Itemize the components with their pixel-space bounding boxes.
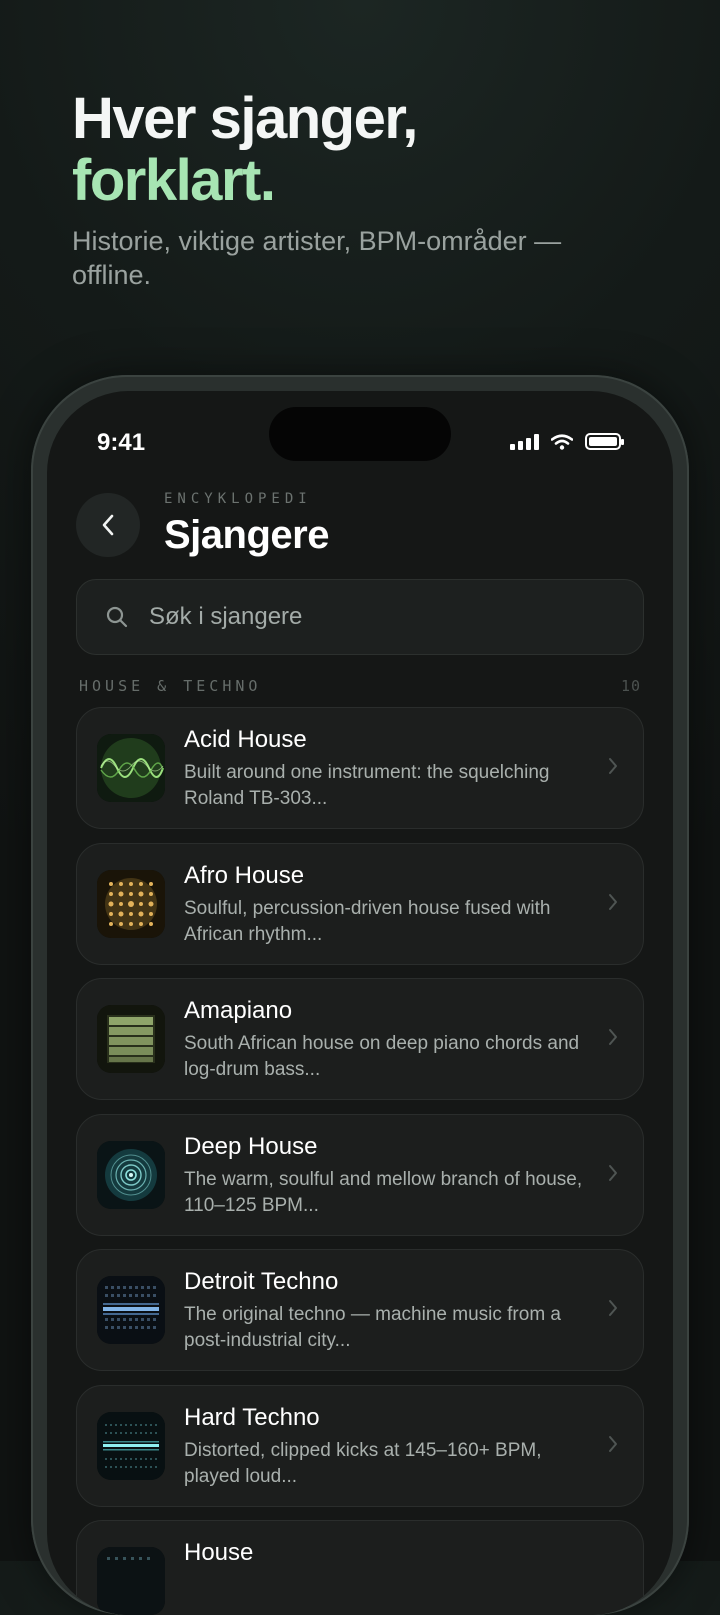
genre-description: The warm, soulful and mellow branch of h… xyxy=(184,1168,583,1216)
promo-title-line2: forklart. xyxy=(72,148,276,213)
genre-title: Detroit Techno xyxy=(184,1268,339,1295)
genre-description: South African house on deep piano chords… xyxy=(184,1033,580,1080)
promo-title: Hver sjanger, forklart. xyxy=(72,88,672,212)
battery-icon xyxy=(585,433,624,450)
genre-description: Soulful, percussion-driven house fused w… xyxy=(184,897,551,945)
header: ENCYKLOPEDI Sjangere xyxy=(76,491,644,571)
page-title: Sjangere xyxy=(164,513,329,557)
wifi-icon xyxy=(551,433,573,450)
chevron-right-icon xyxy=(609,1300,617,1316)
genre-title: Afro House xyxy=(184,861,305,889)
genre-title: House xyxy=(184,1539,254,1566)
genre-item-deep-house[interactable]: Deep House The warm, soulful and mellow … xyxy=(76,1113,644,1236)
promo: Hver sjanger, forklart. Historie, viktig… xyxy=(72,88,672,292)
promo-subtitle: Historie, viktige artister, BPM-områder … xyxy=(72,226,562,290)
genre-item-hard-techno[interactable]: Hard Techno Distorted, clipped kicks at … xyxy=(76,1384,644,1507)
chevron-right-icon xyxy=(609,893,617,910)
search-placeholder: Søk i sjangere xyxy=(149,603,303,630)
acid-wave-thumbnail xyxy=(97,734,165,802)
genre-item-acid-house[interactable]: Acid House Built around one instrument: … xyxy=(76,707,644,829)
house-grid-thumbnail xyxy=(97,1547,165,1615)
genre-title: Hard Techno xyxy=(184,1403,320,1431)
genre-item-afro-house[interactable]: Afro House Soulful, percussion-driven ho… xyxy=(76,842,644,965)
genre-item-house[interactable]: House xyxy=(76,1520,644,1615)
phone-screen: 9:41 ENCYKLOPEDI Sjangere Søk i sjangere… xyxy=(47,391,673,1615)
chevron-left-icon xyxy=(102,514,114,536)
status-bar: 9:41 xyxy=(47,391,673,491)
amapiano-bars-thumbnail xyxy=(97,1005,165,1073)
genre-item-amapiano[interactable]: Amapiano South African house on deep pia… xyxy=(76,978,644,1100)
chevron-right-icon xyxy=(609,1435,617,1452)
deep-rings-thumbnail xyxy=(97,1140,165,1209)
dynamic-island xyxy=(269,407,451,461)
genre-description: Built around one instrument: the squelch… xyxy=(184,762,550,809)
chevron-right-icon xyxy=(609,1029,617,1045)
signal-icon xyxy=(510,433,539,450)
header-overline: ENCYKLOPEDI xyxy=(164,491,312,507)
genre-title: Amapiano xyxy=(184,997,293,1024)
phone-frame: 9:41 ENCYKLOPEDI Sjangere Søk i sjangere… xyxy=(31,375,689,1615)
back-button[interactable] xyxy=(76,493,140,557)
genre-title: Deep House xyxy=(184,1132,318,1160)
genre-description: Distorted, clipped kicks at 145–160+ BPM… xyxy=(184,1439,542,1487)
chevron-right-icon xyxy=(609,1164,617,1181)
hard-grid-thumbnail xyxy=(97,1411,165,1480)
status-time: 9:41 xyxy=(97,429,146,456)
detroit-grid-thumbnail xyxy=(97,1276,165,1344)
genre-item-detroit-techno[interactable]: Detroit Techno The original techno — mac… xyxy=(76,1249,644,1371)
genre-description: The original techno — machine music from… xyxy=(184,1304,561,1351)
search-icon xyxy=(106,606,128,628)
section-header: HOUSE & TECHNO 10 xyxy=(79,677,641,697)
section-label: HOUSE & TECHNO xyxy=(79,677,262,695)
genre-list: Acid House Built around one instrument: … xyxy=(76,707,644,1615)
genre-title: Acid House xyxy=(184,726,307,753)
chevron-right-icon xyxy=(609,758,617,774)
promo-title-line1: Hver sjanger, xyxy=(72,86,418,151)
afro-dots-thumbnail xyxy=(97,869,165,938)
status-icons xyxy=(510,433,624,450)
search-input[interactable]: Søk i sjangere xyxy=(76,579,644,655)
section-count: 10 xyxy=(620,677,641,695)
